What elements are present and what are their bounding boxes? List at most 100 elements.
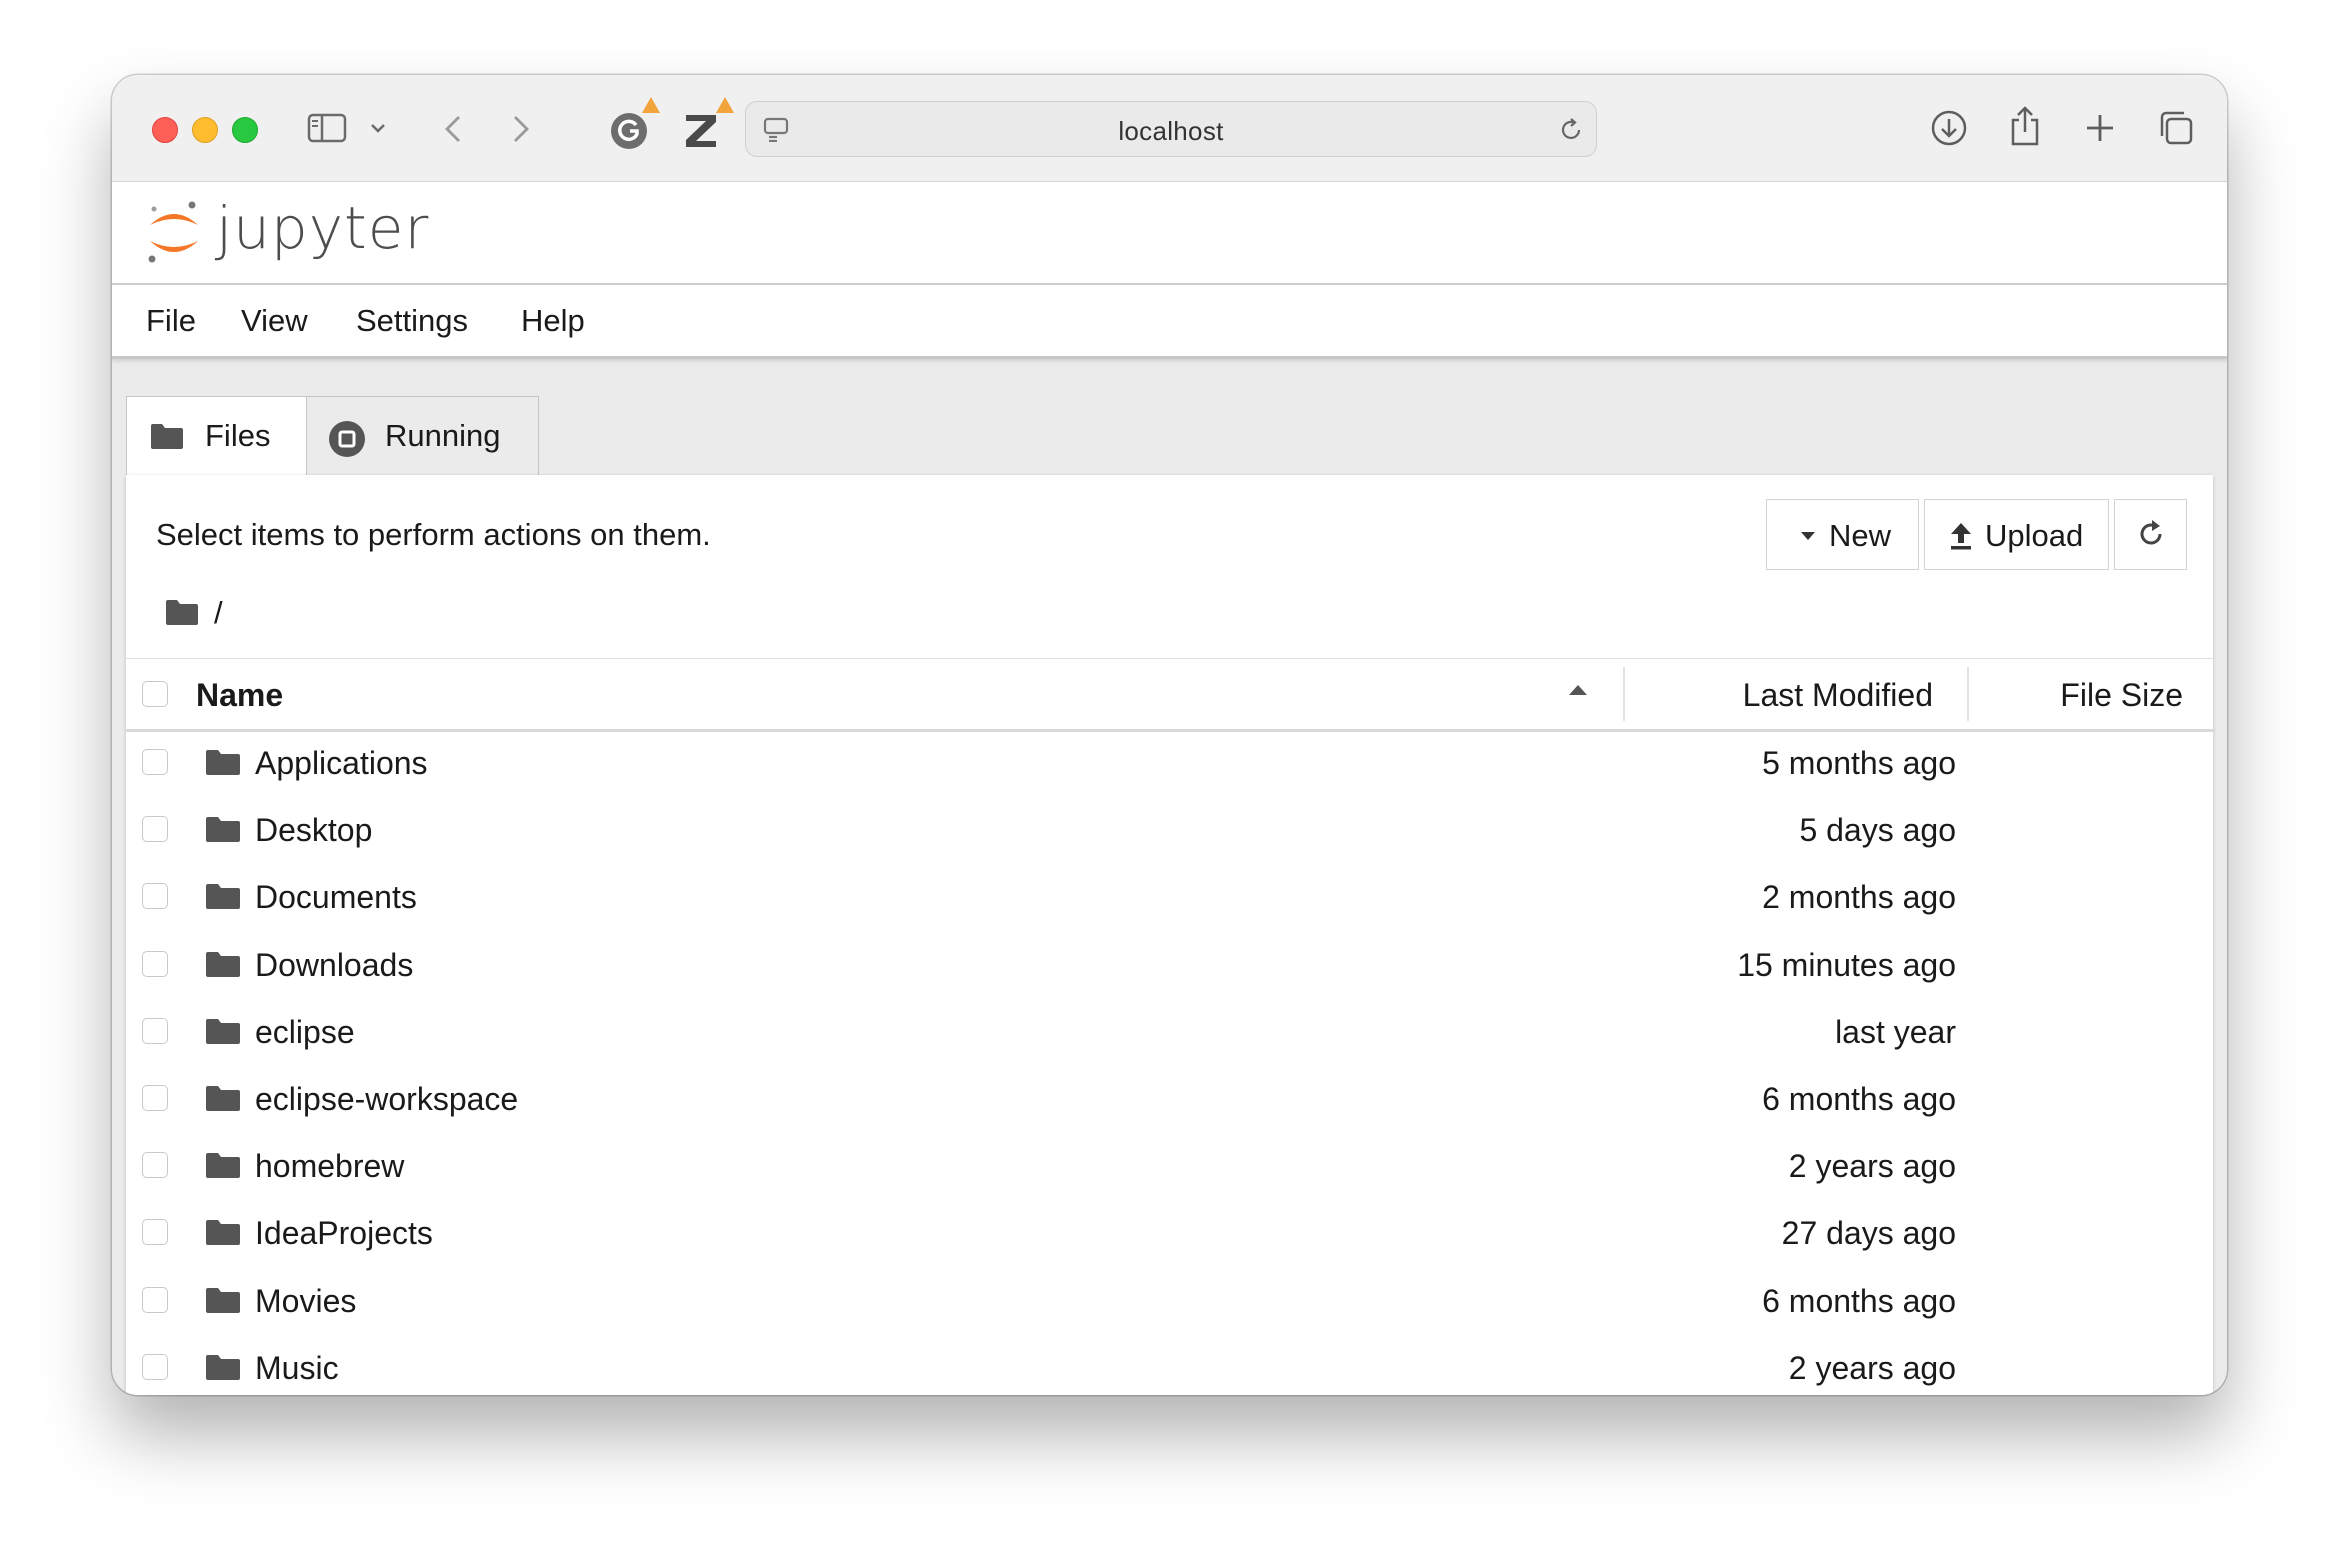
file-name[interactable]: Applications — [255, 745, 428, 782]
file-browser-panel: Select items to perform actions on them.… — [126, 475, 2213, 1395]
file-last-modified: 2 years ago — [1788, 1349, 1956, 1386]
new-button-label: New — [1829, 518, 1892, 553]
row-checkbox[interactable] — [142, 1286, 168, 1313]
file-row[interactable]: Desktop 5 days ago — [126, 796, 2213, 863]
menu-settings[interactable]: Settings — [356, 303, 468, 339]
file-row[interactable]: IdeaProjects 27 days ago — [126, 1199, 2213, 1266]
upload-icon — [1947, 520, 1975, 552]
new-button[interactable]: New — [1766, 499, 1919, 570]
zotero-extension-icon[interactable] — [680, 109, 722, 151]
file-name[interactable]: eclipse-workspace — [255, 1081, 518, 1118]
file-row[interactable]: Applications 5 months ago — [126, 729, 2213, 796]
select-all-checkbox[interactable] — [142, 681, 168, 707]
share-icon[interactable] — [2005, 103, 2045, 149]
file-row[interactable]: eclipse last year — [126, 998, 2213, 1065]
breadcrumb-path[interactable]: / — [214, 595, 223, 631]
jupyter-logo-icon[interactable] — [142, 196, 206, 268]
column-size-header[interactable]: File Size — [2060, 677, 2183, 714]
tab-overview-icon[interactable] — [2155, 107, 2197, 149]
folder-icon — [204, 1217, 242, 1247]
browser-window: localhost jupyter File View Settings Hel… — [112, 75, 2227, 1395]
reload-icon[interactable] — [1556, 115, 1586, 145]
minimize-window-button[interactable] — [192, 117, 218, 143]
breadcrumb-folder-icon[interactable] — [164, 597, 200, 627]
warning-badge-icon — [716, 97, 734, 113]
file-last-modified: last year — [1835, 1013, 1956, 1050]
folder-icon — [204, 1083, 242, 1113]
file-row[interactable]: Downloads 15 minutes ago — [126, 931, 2213, 998]
stop-circle-icon — [327, 419, 367, 459]
file-last-modified: 5 days ago — [1799, 812, 1956, 849]
tab-running[interactable]: Running — [306, 396, 539, 475]
refresh-button[interactable] — [2114, 499, 2187, 570]
file-name[interactable]: Movies — [255, 1283, 356, 1320]
file-last-modified: 5 months ago — [1762, 745, 1956, 781]
jupyter-header: jupyter — [112, 182, 2227, 285]
forward-icon[interactable] — [506, 111, 536, 147]
upload-button[interactable]: Upload — [1924, 499, 2109, 570]
file-name[interactable]: Downloads — [255, 947, 413, 984]
browser-toolbar: localhost — [112, 75, 2227, 182]
file-row[interactable]: eclipse-workspace 6 months ago — [126, 1065, 2213, 1132]
folder-icon — [204, 881, 242, 911]
folder-icon — [204, 1150, 242, 1180]
caret-down-icon — [1799, 530, 1817, 542]
row-checkbox[interactable] — [142, 749, 168, 775]
row-checkbox[interactable] — [142, 1017, 168, 1044]
refresh-icon — [2135, 518, 2167, 550]
file-last-modified: 2 months ago — [1762, 879, 1956, 916]
menu-help[interactable]: Help — [521, 303, 585, 339]
zoom-window-button[interactable] — [232, 117, 258, 143]
folder-icon — [204, 1352, 242, 1382]
download-icon[interactable] — [1929, 107, 1969, 149]
new-tab-icon[interactable] — [2081, 109, 2119, 147]
tab-files[interactable]: Files — [126, 396, 307, 477]
file-row[interactable]: Music 2 years ago — [126, 1334, 2213, 1395]
upload-button-label: Upload — [1985, 518, 2084, 553]
column-name-header[interactable]: Name — [196, 677, 283, 714]
tab-running-label: Running — [385, 418, 501, 453]
file-last-modified: 6 months ago — [1762, 1081, 1956, 1117]
selection-hint: Select items to perform actions on them. — [156, 517, 711, 552]
row-checkbox[interactable] — [142, 1353, 168, 1380]
column-divider[interactable] — [1967, 667, 1969, 721]
column-modified-header[interactable]: Last Modified — [1743, 677, 1933, 714]
menu-file[interactable]: File — [146, 303, 196, 339]
row-checkbox[interactable] — [142, 883, 168, 910]
back-icon[interactable] — [438, 111, 468, 147]
sort-ascending-icon[interactable] — [1566, 683, 1590, 697]
file-name[interactable]: IdeaProjects — [255, 1215, 433, 1252]
file-name[interactable]: eclipse — [255, 1014, 355, 1051]
row-checkbox[interactable] — [142, 1152, 168, 1179]
file-last-modified: 2 years ago — [1788, 1148, 1956, 1185]
chevron-down-icon[interactable] — [368, 119, 388, 137]
sidebar-icon[interactable] — [305, 111, 349, 145]
file-row[interactable]: homebrew 2 years ago — [126, 1132, 2213, 1199]
file-last-modified: 6 months ago — [1762, 1282, 1956, 1319]
menu-bar: File View Settings Help — [112, 285, 2227, 359]
tab-files-label: Files — [205, 418, 271, 453]
file-name[interactable]: Documents — [255, 879, 417, 916]
file-name[interactable]: Desktop — [255, 812, 372, 849]
close-window-button[interactable] — [152, 117, 178, 143]
row-checkbox[interactable] — [142, 1219, 168, 1246]
address-bar[interactable]: localhost — [745, 101, 1597, 157]
file-name[interactable]: homebrew — [255, 1148, 404, 1185]
folder-icon — [204, 747, 242, 777]
folder-icon — [204, 1285, 242, 1315]
file-row[interactable]: Documents 2 months ago — [126, 863, 2213, 930]
jupyter-logo-text[interactable]: jupyter — [216, 194, 429, 262]
file-name[interactable]: Music — [255, 1350, 339, 1387]
row-checkbox[interactable] — [142, 1085, 168, 1111]
file-last-modified: 27 days ago — [1781, 1215, 1956, 1252]
column-divider[interactable] — [1623, 667, 1625, 721]
row-checkbox[interactable] — [142, 950, 168, 977]
folder-icon — [204, 949, 242, 979]
grammarly-extension-icon[interactable] — [607, 107, 655, 151]
url-text: localhost — [1118, 116, 1224, 146]
warning-badge-icon — [642, 97, 660, 113]
row-checkbox[interactable] — [142, 816, 168, 843]
menu-view[interactable]: View — [241, 303, 308, 339]
folder-icon — [204, 814, 242, 844]
file-row[interactable]: Movies 6 months ago — [126, 1267, 2213, 1334]
